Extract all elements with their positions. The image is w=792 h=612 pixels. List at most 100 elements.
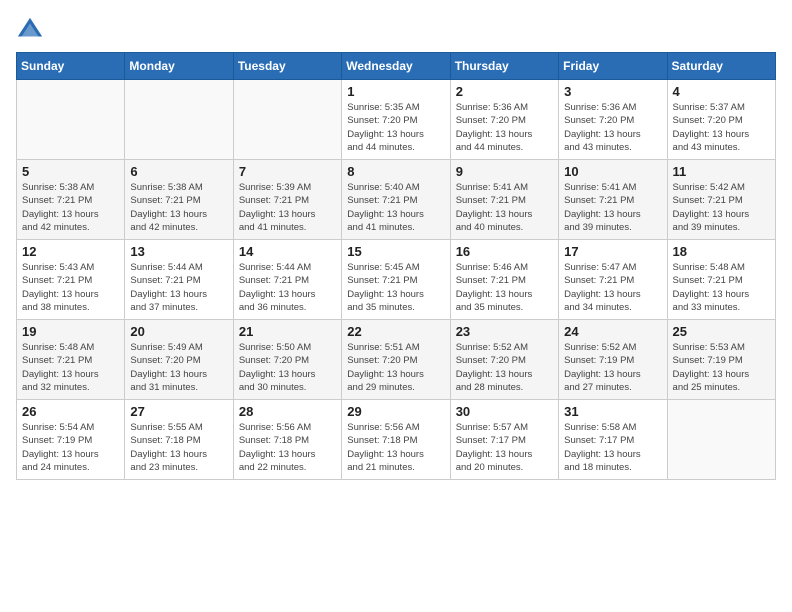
day-info: Sunrise: 5:51 AM Sunset: 7:20 PM Dayligh… [347,341,444,394]
day-info: Sunrise: 5:41 AM Sunset: 7:21 PM Dayligh… [456,181,553,234]
day-number: 22 [347,324,444,339]
page-header [16,16,776,44]
day-cell: 14 Sunrise: 5:44 AM Sunset: 7:21 PM Dayli… [233,240,341,320]
weekday-header-wednesday: Wednesday [342,53,450,80]
day-info: Sunrise: 5:56 AM Sunset: 7:18 PM Dayligh… [347,421,444,474]
day-number: 15 [347,244,444,259]
day-info: Sunrise: 5:45 AM Sunset: 7:21 PM Dayligh… [347,261,444,314]
day-cell: 5Sunrise: 5:38 AM Sunset: 7:21 PM Daylig… [17,160,125,240]
day-number: 25 [673,324,770,339]
day-info: Sunrise: 5:50 AM Sunset: 7:20 PM Dayligh… [239,341,336,394]
day-info: Sunrise: 5:57 AM Sunset: 7:17 PM Dayligh… [456,421,553,474]
day-number: 20 [130,324,227,339]
day-cell: 24 Sunrise: 5:52 AM Sunset: 7:19 PM Dayli… [559,320,667,400]
day-number: 7 [239,164,336,179]
day-info: Sunrise: 5:38 AM Sunset: 7:21 PM Dayligh… [22,181,119,234]
day-info: Sunrise: 5:44 AM Sunset: 7:21 PM Dayligh… [130,261,227,314]
day-number: 4 [673,84,770,99]
day-cell: 2Sunrise: 5:36 AM Sunset: 7:20 PM Daylig… [450,80,558,160]
day-info: Sunrise: 5:52 AM Sunset: 7:19 PM Dayligh… [564,341,661,394]
day-info: Sunrise: 5:55 AM Sunset: 7:18 PM Dayligh… [130,421,227,474]
day-info: Sunrise: 5:35 AM Sunset: 7:20 PM Dayligh… [347,101,444,154]
day-number: 14 [239,244,336,259]
day-cell: 1 Sunrise: 5:35 AM Sunset: 7:20 PM Daylig… [342,80,450,160]
weekday-header-monday: Monday [125,53,233,80]
day-number: 11 [673,164,770,179]
day-cell: 22 Sunrise: 5:51 AM Sunset: 7:20 PM Dayli… [342,320,450,400]
weekday-header-row: SundayMondayTuesdayWednesdayThursdayFrid… [17,53,776,80]
day-number: 26 [22,404,119,419]
day-number: 31 [564,404,661,419]
day-cell: 10Sunrise: 5:41 AM Sunset: 7:21 PM Dayli… [559,160,667,240]
day-info: Sunrise: 5:44 AM Sunset: 7:21 PM Dayligh… [239,261,336,314]
day-number: 12 [22,244,119,259]
day-number: 21 [239,324,336,339]
day-info: Sunrise: 5:43 AM Sunset: 7:21 PM Dayligh… [22,261,119,314]
day-cell: 21 Sunrise: 5:50 AM Sunset: 7:20 PM Dayli… [233,320,341,400]
day-info: Sunrise: 5:53 AM Sunset: 7:19 PM Dayligh… [673,341,770,394]
day-info: Sunrise: 5:58 AM Sunset: 7:17 PM Dayligh… [564,421,661,474]
day-info: Sunrise: 5:48 AM Sunset: 7:21 PM Dayligh… [22,341,119,394]
calendar-table: SundayMondayTuesdayWednesdayThursdayFrid… [16,52,776,480]
day-number: 17 [564,244,661,259]
day-number: 27 [130,404,227,419]
logo [16,16,48,44]
day-cell: 27 Sunrise: 5:55 AM Sunset: 7:18 PM Dayli… [125,400,233,480]
week-row-2: 5Sunrise: 5:38 AM Sunset: 7:21 PM Daylig… [17,160,776,240]
day-info: Sunrise: 5:49 AM Sunset: 7:20 PM Dayligh… [130,341,227,394]
day-number: 6 [130,164,227,179]
week-row-5: 26Sunrise: 5:54 AM Sunset: 7:19 PM Dayli… [17,400,776,480]
day-info: Sunrise: 5:46 AM Sunset: 7:21 PM Dayligh… [456,261,553,314]
logo-icon [16,16,44,44]
day-cell: 25 Sunrise: 5:53 AM Sunset: 7:19 PM Dayli… [667,320,775,400]
day-cell: 17 Sunrise: 5:47 AM Sunset: 7:21 PM Dayli… [559,240,667,320]
day-number: 1 [347,84,444,99]
weekday-header-tuesday: Tuesday [233,53,341,80]
weekday-header-sunday: Sunday [17,53,125,80]
day-number: 13 [130,244,227,259]
day-cell: 19 Sunrise: 5:48 AM Sunset: 7:21 PM Dayli… [17,320,125,400]
day-info: Sunrise: 5:39 AM Sunset: 7:21 PM Dayligh… [239,181,336,234]
day-info: Sunrise: 5:41 AM Sunset: 7:21 PM Dayligh… [564,181,661,234]
day-info: Sunrise: 5:36 AM Sunset: 7:20 PM Dayligh… [564,101,661,154]
week-row-4: 19 Sunrise: 5:48 AM Sunset: 7:21 PM Dayli… [17,320,776,400]
week-row-1: 1 Sunrise: 5:35 AM Sunset: 7:20 PM Daylig… [17,80,776,160]
day-cell [667,400,775,480]
day-cell: 20 Sunrise: 5:49 AM Sunset: 7:20 PM Dayli… [125,320,233,400]
day-info: Sunrise: 5:38 AM Sunset: 7:21 PM Dayligh… [130,181,227,234]
day-cell: 28 Sunrise: 5:56 AM Sunset: 7:18 PM Dayli… [233,400,341,480]
day-cell: 29 Sunrise: 5:56 AM Sunset: 7:18 PM Dayli… [342,400,450,480]
day-info: Sunrise: 5:52 AM Sunset: 7:20 PM Dayligh… [456,341,553,394]
day-number: 18 [673,244,770,259]
day-cell [17,80,125,160]
day-cell: 30 Sunrise: 5:57 AM Sunset: 7:17 PM Dayli… [450,400,558,480]
day-cell: 23 Sunrise: 5:52 AM Sunset: 7:20 PM Dayli… [450,320,558,400]
day-cell: 18 Sunrise: 5:48 AM Sunset: 7:21 PM Dayli… [667,240,775,320]
day-info: Sunrise: 5:48 AM Sunset: 7:21 PM Dayligh… [673,261,770,314]
day-cell: 8Sunrise: 5:40 AM Sunset: 7:21 PM Daylig… [342,160,450,240]
day-number: 28 [239,404,336,419]
day-cell: 7 Sunrise: 5:39 AM Sunset: 7:21 PM Daylig… [233,160,341,240]
weekday-header-saturday: Saturday [667,53,775,80]
day-info: Sunrise: 5:47 AM Sunset: 7:21 PM Dayligh… [564,261,661,314]
day-cell: 4Sunrise: 5:37 AM Sunset: 7:20 PM Daylig… [667,80,775,160]
weekday-header-friday: Friday [559,53,667,80]
day-cell: 31 Sunrise: 5:58 AM Sunset: 7:17 PM Dayli… [559,400,667,480]
day-cell: 11 Sunrise: 5:42 AM Sunset: 7:21 PM Dayli… [667,160,775,240]
day-info: Sunrise: 5:40 AM Sunset: 7:21 PM Dayligh… [347,181,444,234]
day-number: 30 [456,404,553,419]
day-cell: 12 Sunrise: 5:43 AM Sunset: 7:21 PM Dayli… [17,240,125,320]
day-cell: 26Sunrise: 5:54 AM Sunset: 7:19 PM Dayli… [17,400,125,480]
day-cell: 16Sunrise: 5:46 AM Sunset: 7:21 PM Dayli… [450,240,558,320]
day-cell: 13 Sunrise: 5:44 AM Sunset: 7:21 PM Dayli… [125,240,233,320]
day-info: Sunrise: 5:42 AM Sunset: 7:21 PM Dayligh… [673,181,770,234]
day-info: Sunrise: 5:56 AM Sunset: 7:18 PM Dayligh… [239,421,336,474]
week-row-3: 12 Sunrise: 5:43 AM Sunset: 7:21 PM Dayli… [17,240,776,320]
day-number: 19 [22,324,119,339]
day-cell: 9Sunrise: 5:41 AM Sunset: 7:21 PM Daylig… [450,160,558,240]
day-number: 24 [564,324,661,339]
day-number: 23 [456,324,553,339]
day-number: 3 [564,84,661,99]
day-number: 29 [347,404,444,419]
day-cell: 3 Sunrise: 5:36 AM Sunset: 7:20 PM Daylig… [559,80,667,160]
